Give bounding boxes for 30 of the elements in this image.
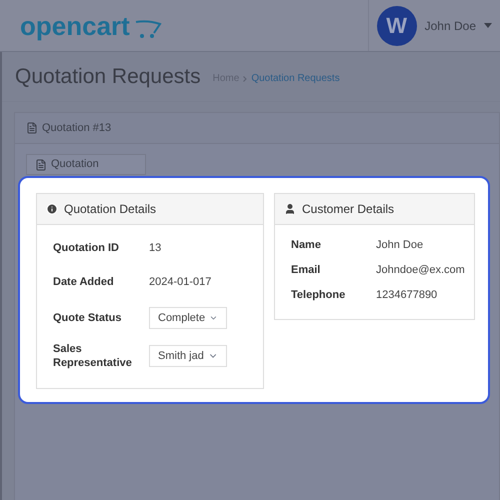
field-label: Sales Representative	[53, 342, 133, 370]
field-value: 13	[149, 240, 162, 256]
field-value: John Doe	[376, 238, 424, 254]
caret-icon	[484, 23, 492, 28]
panel-heading: Customer Details	[302, 201, 394, 218]
document-icon	[35, 158, 47, 170]
field-value: Johndoe@ex.com	[376, 263, 465, 278]
field-label: Email	[291, 263, 322, 278]
document-icon	[26, 122, 38, 134]
dropdown[interactable]: Smith jad	[149, 345, 227, 367]
user-icon	[284, 203, 296, 215]
cart-icon	[134, 18, 162, 38]
field-label: Quotation ID	[53, 241, 120, 255]
field-value: 1234677890	[376, 288, 438, 304]
breadcrumb-link[interactable]: Quotation Requests	[251, 71, 340, 86]
field-label: Date Added	[53, 275, 115, 289]
logo-text: opencart	[20, 12, 130, 38]
field-label: Name	[291, 238, 322, 254]
panel-title: Quotation #13	[42, 120, 112, 136]
field-value: 2024-01-017	[149, 274, 212, 290]
panel-heading: Quotation Details	[64, 201, 156, 218]
user-name[interactable]: John Doe	[424, 16, 476, 34]
page-title: Quotation Requests	[15, 64, 201, 90]
field-label: Telephone	[291, 288, 346, 304]
separator-icon	[243, 76, 248, 82]
info-icon	[46, 203, 58, 215]
dropdown[interactable]: Complete	[149, 307, 227, 329]
avatar[interactable]: W	[376, 6, 417, 46]
field-label: Quote Status	[53, 311, 122, 325]
tab[interactable]: Quotation	[26, 154, 146, 175]
